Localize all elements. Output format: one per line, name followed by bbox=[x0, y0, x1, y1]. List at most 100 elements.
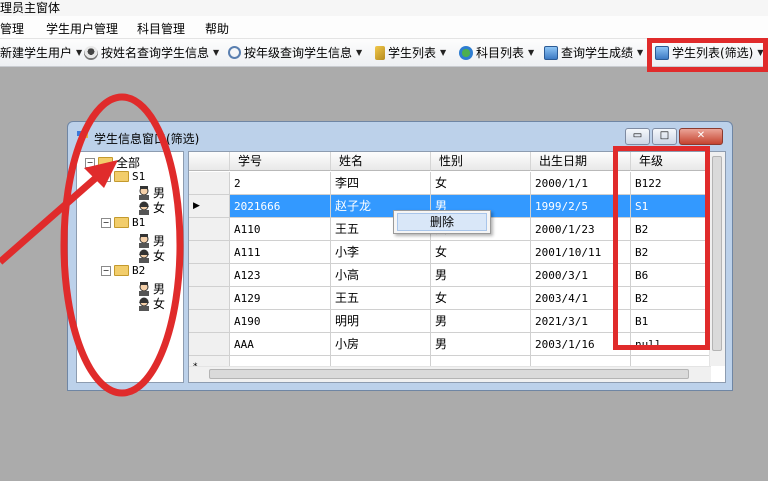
cell-gender[interactable]: 男 bbox=[431, 310, 531, 333]
female-student-icon bbox=[139, 201, 149, 215]
list-icon bbox=[375, 45, 385, 60]
cell-gender[interactable]: 男 bbox=[431, 264, 531, 287]
female-student-icon bbox=[139, 297, 149, 311]
menu-manage[interactable]: 管理 bbox=[0, 20, 24, 37]
dropdown-arrow-icon[interactable]: ▼ bbox=[637, 48, 643, 57]
menu-bar: 管理 学生用户管理 科目管理 帮助 bbox=[0, 16, 768, 39]
cell-id[interactable]: A123 bbox=[230, 264, 331, 287]
subjects-icon bbox=[459, 45, 473, 60]
row-header[interactable] bbox=[189, 241, 230, 264]
toolbar-student-list[interactable]: 学生列表 ▼ bbox=[375, 44, 446, 61]
category-tree[interactable]: − 全部 − S1 男 女 − B1 男 女 − B2 男 女 bbox=[76, 151, 184, 383]
row-header[interactable] bbox=[189, 333, 230, 356]
maximize-button[interactable]: □ bbox=[652, 128, 677, 145]
column-header-name[interactable]: 姓名 bbox=[331, 152, 431, 171]
minimize-button[interactable]: ▭ bbox=[625, 128, 650, 145]
horizontal-scrollbar[interactable] bbox=[189, 366, 711, 382]
collapse-icon[interactable]: − bbox=[85, 157, 95, 168]
context-menu-delete[interactable]: 删除 bbox=[397, 213, 487, 231]
cell-gender[interactable]: 女 bbox=[431, 287, 531, 310]
tree-node-b1-female[interactable]: 女 bbox=[137, 247, 165, 264]
cell-name[interactable]: 小李 bbox=[331, 241, 431, 264]
row-header[interactable] bbox=[189, 218, 230, 241]
toolbar-label: 科目列表 bbox=[476, 46, 525, 60]
collapse-icon[interactable]: − bbox=[101, 171, 111, 182]
tree-node-label: B1 bbox=[132, 216, 146, 229]
tree-node-label: B2 bbox=[132, 264, 146, 277]
toolbar-new-student-user[interactable]: 新建学生用户 ▼ bbox=[0, 44, 82, 61]
dropdown-arrow-icon[interactable]: ▼ bbox=[528, 48, 534, 57]
folder-icon bbox=[114, 217, 129, 228]
folder-icon bbox=[114, 265, 129, 276]
toolbar-label: 新建学生用户 bbox=[0, 46, 73, 60]
folder-icon bbox=[114, 171, 129, 182]
cell-id[interactable]: A129 bbox=[230, 287, 331, 310]
dropdown-arrow-icon[interactable]: ▼ bbox=[76, 48, 82, 57]
tree-node-root[interactable]: − 全部 bbox=[85, 154, 140, 171]
cell-name[interactable]: 李四 bbox=[331, 172, 431, 195]
male-student-icon bbox=[139, 185, 149, 200]
close-button[interactable]: ✕ bbox=[679, 128, 723, 145]
cell-name[interactable]: 明明 bbox=[331, 310, 431, 333]
tree-node-label: 女 bbox=[153, 201, 166, 215]
tree-node-label: 女 bbox=[153, 249, 166, 263]
tree-node-s1[interactable]: − S1 bbox=[101, 170, 145, 183]
cell-gender[interactable]: 女 bbox=[431, 172, 531, 195]
folder-icon bbox=[98, 157, 113, 168]
window-title: 学生信息窗口(筛选) bbox=[94, 132, 200, 146]
cell-name[interactable]: 王五 bbox=[331, 287, 431, 310]
toolbar-search-by-grade[interactable]: 按年级查询学生信息 ▼ bbox=[228, 44, 362, 61]
scroll-thumb[interactable] bbox=[209, 369, 689, 379]
toolbar-subject-list[interactable]: 科目列表 ▼ bbox=[459, 44, 534, 61]
toolbar-label: 学生列表 bbox=[388, 46, 437, 60]
vertical-scrollbar[interactable] bbox=[709, 152, 725, 366]
toolbar-label: 按姓名查询学生信息 bbox=[101, 46, 210, 60]
cell-id[interactable]: A190 bbox=[230, 310, 331, 333]
menu-help[interactable]: 帮助 bbox=[205, 20, 229, 37]
cell-gender[interactable]: 女 bbox=[431, 241, 531, 264]
row-header[interactable] bbox=[189, 172, 230, 195]
menu-subjects[interactable]: 科目管理 bbox=[137, 20, 185, 37]
highlight-box-grade-column bbox=[613, 146, 710, 350]
collapse-icon[interactable]: − bbox=[101, 217, 111, 228]
magnifier-icon bbox=[228, 46, 241, 59]
dropdown-arrow-icon[interactable]: ▼ bbox=[440, 48, 446, 57]
cell-id[interactable]: 2021666 bbox=[230, 195, 331, 218]
collapse-icon[interactable]: − bbox=[101, 265, 111, 276]
female-student-icon bbox=[139, 249, 149, 263]
toolbar-label: 按年级查询学生信息 bbox=[244, 46, 353, 60]
cell-id[interactable]: 2 bbox=[230, 172, 331, 195]
dropdown-arrow-icon[interactable]: ▼ bbox=[356, 48, 362, 57]
row-header[interactable] bbox=[189, 310, 230, 333]
column-header-id[interactable]: 学号 bbox=[230, 152, 331, 171]
tree-node-b2[interactable]: − B2 bbox=[101, 264, 145, 277]
scroll-thumb[interactable] bbox=[712, 156, 722, 351]
toolbar-query-scores[interactable]: 查询学生成绩 ▼ bbox=[544, 44, 643, 61]
tree-node-b1[interactable]: − B1 bbox=[101, 216, 145, 229]
context-menu: 删除 bbox=[393, 210, 491, 234]
dropdown-arrow-icon[interactable]: ▼ bbox=[213, 48, 219, 57]
row-header[interactable] bbox=[189, 264, 230, 287]
tree-node-label: S1 bbox=[132, 170, 146, 183]
person-search-icon bbox=[84, 45, 98, 60]
toolbar-search-by-name[interactable]: 按姓名查询学生信息 ▼ bbox=[84, 44, 219, 61]
row-header[interactable]: ▶ bbox=[189, 195, 230, 218]
cell-name[interactable]: 小房 bbox=[331, 333, 431, 356]
row-header[interactable] bbox=[189, 287, 230, 310]
cell-id[interactable]: AAA bbox=[230, 333, 331, 356]
tree-node-s1-female[interactable]: 女 bbox=[137, 199, 165, 216]
cell-id[interactable]: A111 bbox=[230, 241, 331, 264]
tree-node-label: 女 bbox=[153, 297, 166, 311]
menu-student-users[interactable]: 学生用户管理 bbox=[46, 20, 118, 37]
highlight-box-toolbar bbox=[647, 38, 768, 72]
app-title: 理员主窗体 bbox=[0, 1, 61, 15]
column-header-gender[interactable]: 性别 bbox=[431, 152, 531, 171]
tree-node-b2-female[interactable]: 女 bbox=[137, 295, 165, 312]
picture-icon bbox=[544, 45, 558, 60]
toolbar-label: 查询学生成绩 bbox=[561, 46, 634, 60]
row-header-corner bbox=[189, 152, 230, 171]
cell-name[interactable]: 小高 bbox=[331, 264, 431, 287]
cell-id[interactable]: A110 bbox=[230, 218, 331, 241]
cell-gender[interactable]: 男 bbox=[431, 333, 531, 356]
male-student-icon bbox=[139, 281, 149, 296]
